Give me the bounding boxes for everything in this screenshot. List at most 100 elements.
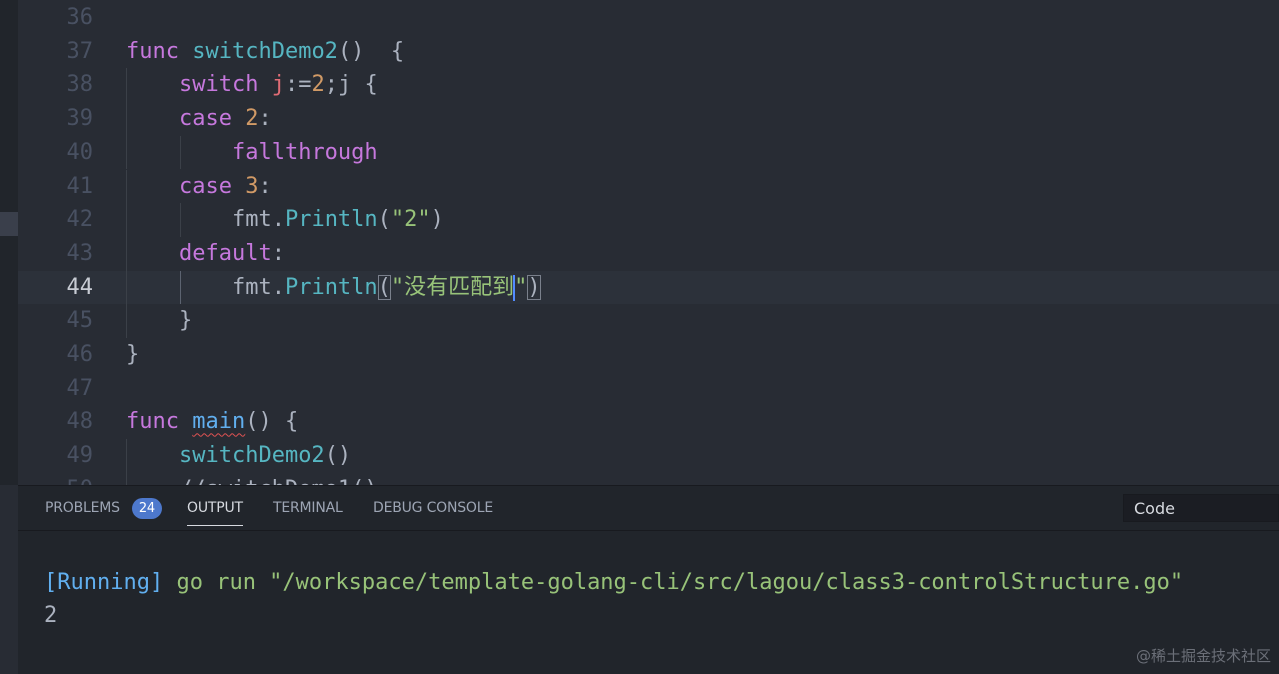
code-line[interactable]: 48 func main() { <box>18 405 1279 439</box>
code-line[interactable]: 41 case 3: <box>18 169 1279 204</box>
line-number: 45 <box>66 308 94 334</box>
line-number: 44 <box>66 274 94 300</box>
line-number: 41 <box>66 173 94 199</box>
line-number: 36 <box>66 5 94 30</box>
line-code: fmt.Println("2") <box>126 203 444 237</box>
line-code: func main() { <box>126 405 298 439</box>
activity-bar <box>0 0 18 485</box>
code-token: 2 <box>311 72 325 98</box>
code-token: 2 <box>245 106 259 132</box>
tab-terminal[interactable]: TERMINAL <box>273 486 343 530</box>
tab-debug-console-label: DEBUG CONSOLE <box>373 500 493 516</box>
code-line[interactable]: 40 fallthrough <box>18 135 1279 170</box>
code-token: 3 <box>245 173 259 199</box>
code-token: ) <box>430 207 444 233</box>
line-code: } <box>126 304 192 338</box>
line-code: case 3: <box>126 170 272 204</box>
panel-tab-bar: PROBLEMS 24 OUTPUT TERMINAL DEBUG CONSOLE… <box>18 486 1279 531</box>
code-token: switchDemo2 <box>192 38 338 64</box>
code-token: " <box>514 274 528 300</box>
code-token: default <box>178 240 272 266</box>
line-number: 43 <box>66 240 94 266</box>
tab-output-label: OUTPUT <box>187 500 243 516</box>
code-token: ( <box>377 207 391 233</box>
line-number: 37 <box>66 38 94 64</box>
code-token: : <box>271 240 285 266</box>
line-number: 38 <box>66 72 94 98</box>
line-number: 50 <box>18 473 94 485</box>
code-token: case <box>178 173 232 199</box>
code-line[interactable]: 47 <box>18 372 1279 406</box>
code-token: ( <box>377 274 391 300</box>
code-token: main <box>192 409 246 435</box>
tab-debug-console[interactable]: DEBUG CONSOLE <box>373 486 493 530</box>
output-channel-select[interactable]: Code <box>1123 494 1279 522</box>
code-token: func <box>126 38 179 64</box>
code-token: ;j { <box>324 72 378 98</box>
code-line[interactable]: 50 //switchDemo1() <box>18 472 1279 485</box>
code-token: Println <box>284 274 378 300</box>
line-code: //switchDemo1() <box>126 473 378 485</box>
code-token: //switchDemo1() <box>126 477 378 485</box>
code-line[interactable]: 42 fmt.Println("2") <box>18 203 1279 237</box>
running-tag: [Running] <box>44 570 164 595</box>
code-line[interactable]: 43 default: <box>18 236 1279 271</box>
line-number: 48 <box>66 409 94 435</box>
output-result: 2 <box>44 603 58 628</box>
tab-problems-label: PROBLEMS <box>45 500 120 516</box>
code-token: : <box>258 173 272 199</box>
tab-terminal-label: TERMINAL <box>273 500 343 516</box>
line-number: 49 <box>66 443 94 469</box>
code-line[interactable]: 37 func switchDemo2() { <box>18 35 1279 69</box>
code-line[interactable]: 39 case 2: <box>18 102 1279 136</box>
code-token: ) <box>527 274 541 300</box>
code-line[interactable]: 44 fmt.Println("没有匹配到") <box>18 270 1279 305</box>
code-token: } <box>126 342 140 367</box>
code-token: switch <box>178 72 259 98</box>
code-token: () { <box>337 38 405 64</box>
tab-problems[interactable]: PROBLEMS 24 <box>45 486 162 530</box>
code-line[interactable]: 38 switch j:=2;j { <box>18 68 1279 103</box>
run-command: go run "/workspace/template-golang-cli/s… <box>163 570 1184 595</box>
line-number: 40 <box>66 139 94 165</box>
code-token: switchDemo2 <box>178 443 325 469</box>
line-number: 46 <box>66 342 94 367</box>
code-token: "2" <box>390 207 431 233</box>
line-code: fmt.Println("没有匹配到") <box>126 271 541 305</box>
code-token: : <box>258 106 272 132</box>
activity-marker <box>0 212 18 236</box>
code-token: } <box>126 308 193 334</box>
code-token: () <box>324 443 352 469</box>
code-editor[interactable]: 36 37 func switchDemo2() {38 switch j:=2;j… <box>18 0 1279 485</box>
code-line[interactable]: 36 <box>18 1 1279 35</box>
line-code: switch j:=2;j { <box>126 68 378 102</box>
code-token: case <box>178 106 232 132</box>
output-run-line: [Running] go run "/workspace/template-go… <box>44 568 1183 598</box>
code-line[interactable]: 45 } <box>18 304 1279 338</box>
tab-output[interactable]: OUTPUT <box>187 486 243 530</box>
code-line[interactable]: 49 switchDemo2() <box>18 439 1279 473</box>
line-number: 42 <box>66 207 94 233</box>
line-number: 47 <box>66 375 94 401</box>
line-code: } <box>126 338 139 372</box>
code-token: Println <box>284 207 378 233</box>
code-line[interactable]: 46} <box>18 338 1279 372</box>
code-token: fallthrough <box>231 139 378 165</box>
code-token: "没有匹配到 <box>390 274 515 300</box>
line-code: default: <box>126 237 285 271</box>
line-number: 39 <box>66 106 94 132</box>
output-channel-value: Code <box>1134 499 1175 518</box>
code-token: () { <box>245 409 299 435</box>
line-code: func switchDemo2() { <box>126 35 404 69</box>
bottom-panel: PROBLEMS 24 OUTPUT TERMINAL DEBUG CONSOLE… <box>18 485 1279 674</box>
